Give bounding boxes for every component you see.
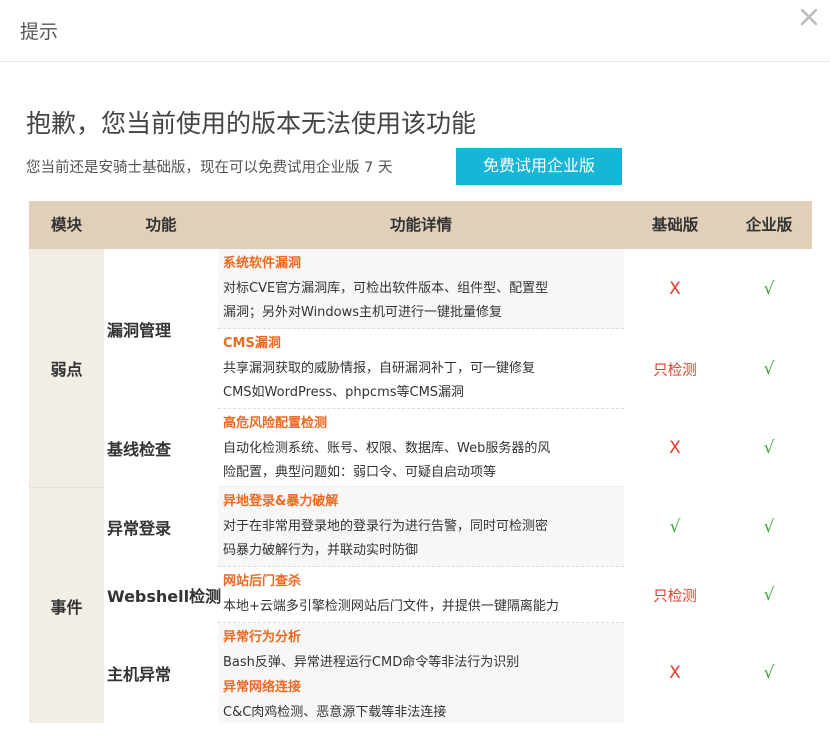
check-mark: √ [763,359,775,379]
detail-cell: 系统软件漏洞 对标CVE官方漏洞库，可检出软件版本、组件型、配置型 漏洞；另外对… [218,249,624,329]
header-feature: 功能 [145,216,177,234]
detail-line: 漏洞；另外对Windows主机可进行一键批量修复 [223,305,503,320]
detail-title: 异常行为分析 [223,630,302,645]
feature-cell: 基线检查 [107,440,172,459]
detail-line: 对标CVE官方漏洞库，可检出软件版本、组件型、配置型 [223,281,549,296]
basic-cell: X [624,249,726,329]
cross-mark: X [669,279,681,299]
detail-title: 异地登录&暴力破解 [223,494,339,509]
detail-title: 异常网络连接 [223,680,302,695]
basic-cell: X [624,409,726,487]
close-icon [800,8,818,26]
check-mark: √ [669,517,681,537]
dialog-header: 提示 [0,0,830,62]
feature-cell: Webshell检测 [107,587,222,606]
detail-line: 本地+云端多引擎检测网站后门文件，并提供一键隔离能力 [223,599,559,614]
detail-title: 高危风险配置检测 [223,416,328,431]
detail-line: 自动化检测系统、账号、权限、数据库、Web服务器的风 [223,441,551,456]
detail-title: 网站后门查杀 [223,574,302,589]
feature-cell: 漏洞管理 [107,321,172,340]
detail-cell: 高危风险配置检测 自动化检测系统、账号、权限、数据库、Web服务器的风 险配置，… [218,409,624,487]
header-detail: 功能详情 [389,216,452,234]
feature-cell: 异常登录 [107,519,172,538]
enterprise-cell: √ [726,487,812,567]
module-cell: 弱点 [29,249,104,487]
close-button[interactable] [798,6,820,28]
enterprise-cell: √ [726,249,812,329]
free-trial-button[interactable]: 免费试用企业版 [456,148,622,185]
detail-title: CMS漏洞 [223,336,281,351]
subline: 您当前还是安骑士基础版，现在可以免费试用企业版 7 天 [26,160,393,176]
header-basic: 基础版 [651,216,699,234]
detect-only-label: 只检测 [653,362,697,379]
detail-cell: 异常行为分析 Bash反弹、异常进程运行CMD命令等非法行为识别 异常网络连接 … [218,623,624,723]
header-enterprise: 企业版 [745,216,793,234]
dialog-title: 提示 [20,21,59,43]
feature-cell: 主机异常 [107,665,172,684]
enterprise-cell: √ [726,623,812,723]
basic-cell: X [624,623,726,723]
check-mark: √ [763,585,775,605]
detail-line: Bash反弹、异常进程运行CMD命令等非法行为识别 [223,655,520,670]
header-module: 模块 [50,216,82,234]
detail-line: 共享漏洞获取的威胁情报，自研漏洞补丁，可一键修复 [223,361,536,376]
detail-cell: 异地登录&暴力破解 对于在非常用登录地的登录行为进行告警，同时可检测密 码暴力破… [218,487,624,567]
enterprise-cell: √ [726,409,812,487]
detect-only-label: 只检测 [653,588,697,605]
check-mark: √ [763,438,775,458]
enterprise-cell: √ [726,329,812,409]
cross-mark: X [669,663,681,683]
detail-cell: CMS漏洞 共享漏洞获取的威胁情报，自研漏洞补丁，可一键修复 CMS如WordP… [218,329,624,409]
detail-title: 系统软件漏洞 [223,256,302,271]
basic-cell: 只检测 [624,329,726,409]
headline: 抱歉，您当前使用的版本无法使用该功能 [26,109,477,138]
cross-mark: X [669,438,681,458]
check-mark: √ [763,279,775,299]
module-cell: 事件 [29,487,104,723]
basic-cell: 只检测 [624,567,726,623]
enterprise-cell: √ [726,567,812,623]
detail-line: 险配置，典型问题如：弱口令、可疑自启动项等 [223,465,497,480]
detail-line: CMS如WordPress、phpcms等CMS漏洞 [223,385,465,400]
detail-line: C&C肉鸡检测、恶意源下载等非法连接 [223,705,447,720]
detail-cell: 网站后门查杀 本地+云端多引擎检测网站后门文件，并提供一键隔离能力 [218,567,624,623]
check-mark: √ [763,663,775,683]
detail-line: 对于在非常用登录地的登录行为进行告警，同时可检测密 [223,519,549,534]
basic-cell: √ [624,487,726,567]
table-header: 模块 功能 功能详情 基础版 企业版 [29,201,812,249]
check-mark: √ [763,517,775,537]
detail-line: 码暴力破解行为，并联动实时防御 [223,543,419,558]
